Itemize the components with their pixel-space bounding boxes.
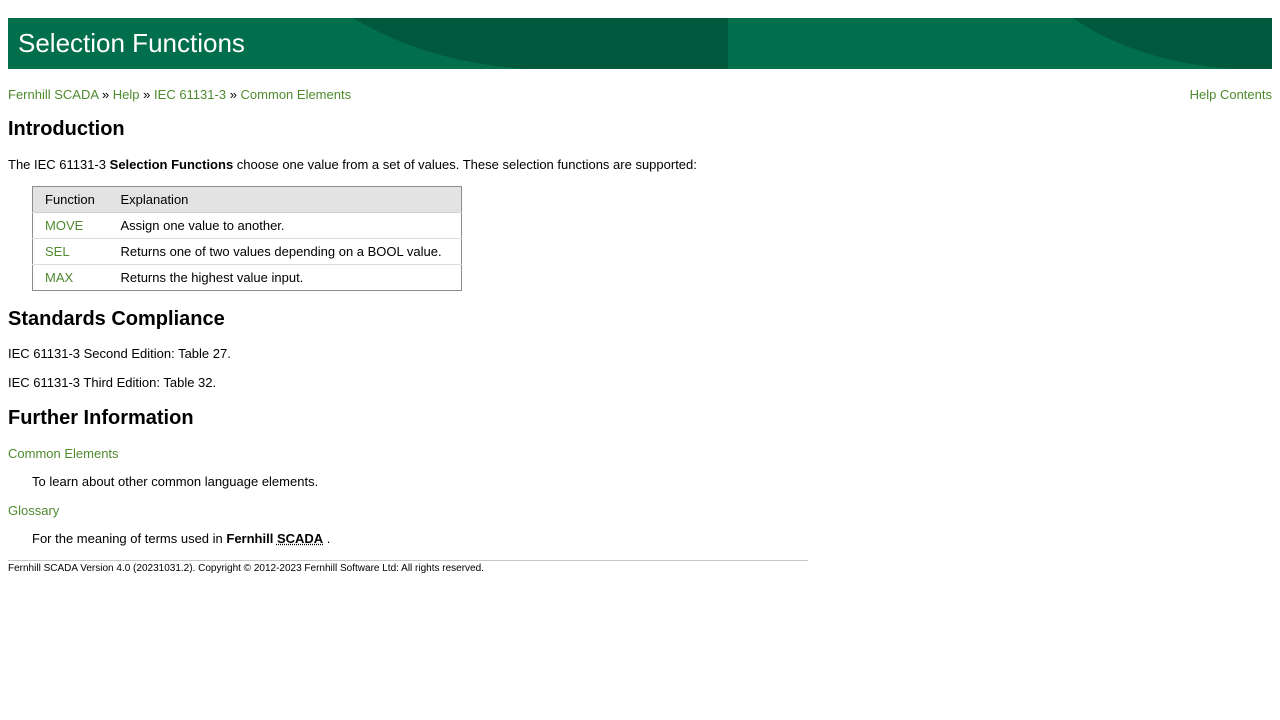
column-header-explanation: Explanation (108, 186, 462, 213)
breadcrumb-link-help[interactable]: Help (113, 87, 140, 102)
breadcrumb: Fernhill SCADA » Help » IEC 61131-3 » Co… (8, 87, 351, 103)
function-link-sel[interactable]: SEL (45, 244, 70, 259)
function-link-move[interactable]: MOVE (45, 218, 83, 233)
table-row: SEL Returns one of two values depending … (32, 238, 462, 265)
further-desc-glossary: For the meaning of terms used in Fernhil… (32, 531, 330, 547)
breadcrumb-separator: » (101, 87, 110, 102)
explanation-cell: Assign one value to another. (120, 218, 285, 233)
breadcrumb-separator: » (229, 87, 237, 102)
further-link-common-elements[interactable]: Common Elements (8, 446, 119, 462)
footer-divider (8, 560, 808, 561)
introduction-heading: Introduction (8, 118, 125, 140)
breadcrumb-link-iec-61131-3[interactable]: IEC 61131-3 (154, 87, 226, 102)
breadcrumb-separator: » (143, 87, 151, 102)
table-row: MOVE Assign one value to another. (33, 213, 462, 239)
function-link-max[interactable]: MAX (45, 270, 73, 285)
glossary-desc-bold: Fernhill (226, 531, 274, 546)
explanation-cell: Returns the highest value input. (108, 264, 462, 291)
explanation-cell: Returns one of two values depending on a… (108, 238, 462, 265)
function-cell: SEL (32, 238, 109, 265)
column-header-function: Function (32, 186, 109, 213)
page-title: Selection Functions (18, 28, 245, 58)
introduction-text: The IEC 61131-3 Selection Functions choo… (8, 157, 697, 173)
further-information-heading: Further Information (8, 407, 194, 429)
breadcrumb-link-common-elements[interactable]: Common Elements (241, 87, 352, 102)
selection-functions-table: Function Explanation MOVE Assign one val… (32, 186, 462, 291)
further-desc-common-elements: To learn about other common language ele… (32, 474, 319, 489)
table-header-row: Function Explanation (32, 186, 462, 213)
intro-text-after: choose one value from a set of values. T… (233, 157, 697, 172)
scada-abbreviation: SCADA (276, 531, 324, 546)
function-cell: MOVE (33, 213, 109, 239)
intro-text-bold: Selection Functions (109, 157, 234, 172)
breadcrumb-link-fernhill-scada[interactable]: Fernhill SCADA (8, 87, 98, 102)
intro-text-before: The IEC 61131-3 (8, 157, 110, 172)
function-cell: MAX (32, 264, 109, 291)
standards-line: IEC 61131-3 Second Edition: Table 27. (8, 346, 231, 361)
glossary-desc-prefix: For the meaning of terms used in (32, 531, 227, 546)
further-link-glossary[interactable]: Glossary (8, 503, 59, 519)
help-contents-link[interactable]: Help Contents (1190, 87, 1272, 103)
table-row: MAX Returns the highest value input. (32, 264, 462, 291)
standards-compliance-heading: Standards Compliance (8, 308, 225, 330)
standards-line: IEC 61131-3 Third Edition: Table 32. (8, 375, 217, 390)
page-banner: Selection Functions (8, 18, 1272, 69)
glossary-desc-suffix: . (323, 531, 331, 546)
footer-copyright: Fernhill SCADA Version 4.0 (20231031.2).… (8, 563, 484, 574)
